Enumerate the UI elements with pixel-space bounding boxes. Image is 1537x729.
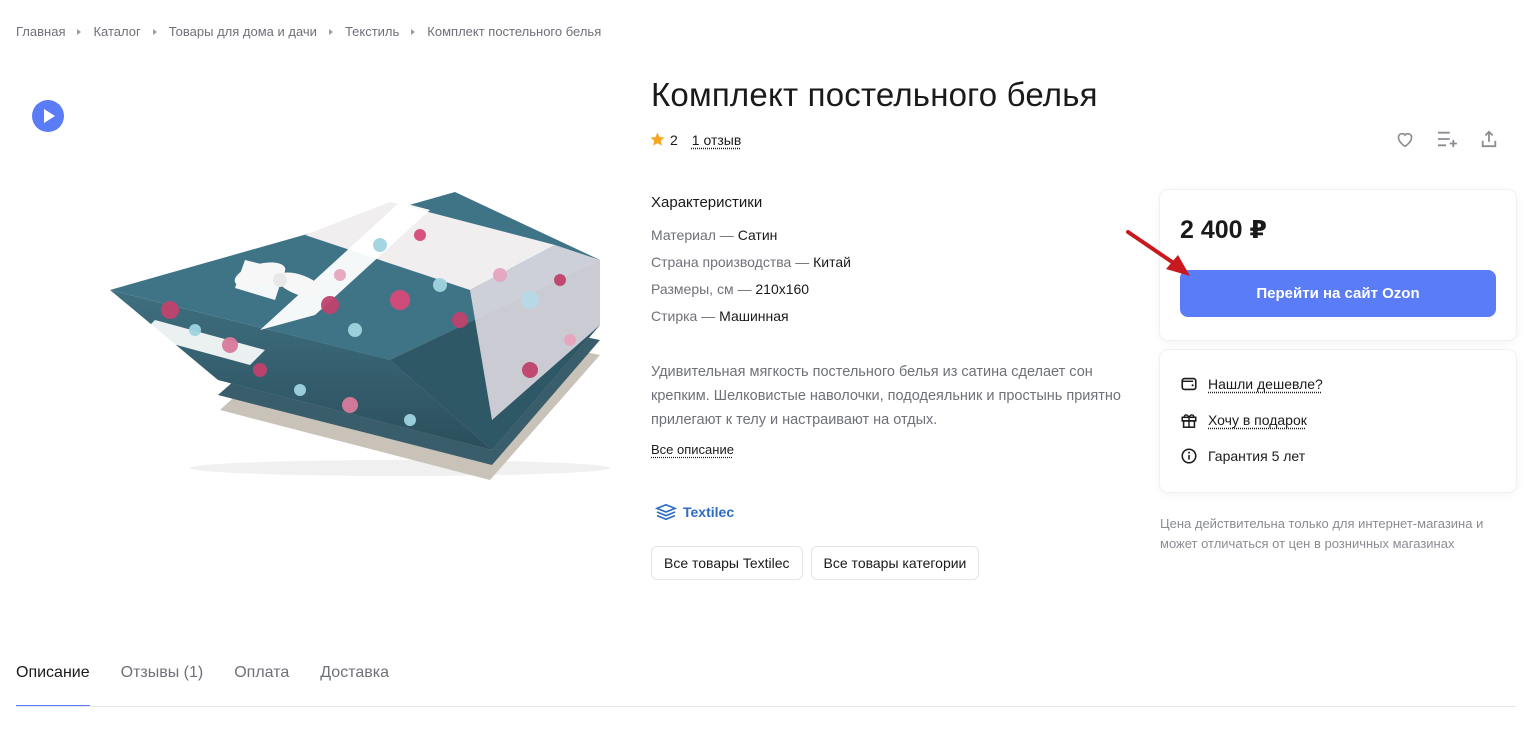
tab-payment[interactable]: Оплата [234, 664, 289, 707]
characteristic-row: Стирка — Машинная [651, 308, 1121, 335]
price-card: 2 400 ₽ Перейти на сайт Ozon [1160, 190, 1516, 340]
characteristic-label: Страна производства — [651, 254, 814, 270]
breadcrumb-separator-icon [411, 28, 416, 35]
characteristic-label: Стирка — [651, 308, 720, 324]
info-icon [1181, 448, 1197, 464]
reviews-link[interactable]: 1 отзыв [692, 132, 742, 148]
product-description: Удивительная мягкость постельного белья … [651, 364, 1121, 428]
characteristic-value: 210х160 [755, 281, 810, 297]
breadcrumb-item-home-goods[interactable]: Товары для дома и дачи [169, 24, 317, 39]
breadcrumb-item-home[interactable]: Главная [16, 24, 65, 39]
breadcrumb-separator-icon [328, 28, 333, 35]
add-to-list-icon[interactable] [1436, 128, 1458, 150]
breadcrumb: Главная Каталог Товары для дома и дачи Т… [16, 24, 601, 39]
price-note: Цена действительна только для интернет-м… [1160, 516, 1484, 551]
breadcrumb-separator-icon [152, 28, 157, 35]
tab-description[interactable]: Описание [16, 664, 90, 707]
tab-reviews[interactable]: Отзывы (1) [121, 664, 204, 707]
characteristic-value: Сатин [737, 227, 778, 243]
go-to-ozon-button[interactable]: Перейти на сайт Ozon [1180, 270, 1496, 317]
breadcrumb-separator-icon [77, 28, 82, 35]
all-description-link[interactable]: Все описание [651, 442, 734, 457]
characteristics-heading: Характеристики [651, 194, 763, 211]
characteristic-row: Размеры, см — 210х160 [651, 281, 1121, 308]
star-icon [650, 132, 665, 146]
brand-link[interactable]: Textilec [655, 503, 734, 521]
characteristic-value: Машинная [719, 308, 789, 324]
textilec-logo-icon [655, 503, 677, 521]
tab-delivery[interactable]: Доставка [320, 664, 389, 707]
product-actions [1394, 128, 1500, 150]
breadcrumb-item-current: Комплект постельного белья [427, 24, 602, 39]
play-video-button[interactable] [32, 100, 64, 132]
warranty-row: Гарантия 5 лет [1180, 447, 1305, 465]
rating: 2 1 отзыв [649, 131, 741, 148]
wallet-icon [1181, 377, 1197, 391]
page-title: Комплект постельного белья [651, 76, 1098, 113]
brand-name: Textilec [683, 504, 735, 520]
want-as-gift-row[interactable]: Хочу в подарок [1180, 411, 1307, 429]
heart-icon[interactable] [1394, 128, 1416, 150]
play-icon [44, 109, 55, 123]
tabs-divider [16, 706, 1516, 707]
characteristic-label: Размеры, см — [651, 281, 756, 297]
characteristic-label: Материал — [651, 227, 738, 243]
characteristics: Характеристики Материал — Сатин Страна п… [651, 194, 1121, 335]
info-card: Нашли дешевле? Хочу в подарок Гарантия 5… [1160, 350, 1516, 492]
product-image[interactable] [100, 180, 610, 490]
breadcrumb-item-catalog[interactable]: Каталог [93, 24, 140, 39]
found-cheaper-row[interactable]: Нашли дешевле? [1180, 375, 1323, 393]
breadcrumb-item-textile[interactable]: Текстиль [345, 24, 399, 39]
share-icon[interactable] [1478, 128, 1500, 150]
gift-icon [1181, 414, 1197, 428]
warranty-text: Гарантия 5 лет [1208, 448, 1306, 464]
want-as-gift-link[interactable]: Хочу в подарок [1208, 412, 1307, 428]
rating-score: 2 [670, 131, 678, 148]
characteristic-value: Китай [813, 254, 851, 270]
all-brand-products-button[interactable]: Все товары Textilec [651, 546, 803, 580]
characteristic-row: Материал — Сатин [651, 227, 1121, 254]
brand-chips: Все товары Textilec Все товары категории [651, 546, 980, 580]
characteristic-row: Страна производства — Китай [651, 254, 1121, 281]
all-category-products-button[interactable]: Все товары категории [810, 546, 980, 580]
red-arrow [1126, 230, 1190, 276]
found-cheaper-link[interactable]: Нашли дешевле? [1208, 376, 1323, 392]
product-tabs: Описание Отзывы (1) Оплата Доставка [16, 664, 389, 707]
